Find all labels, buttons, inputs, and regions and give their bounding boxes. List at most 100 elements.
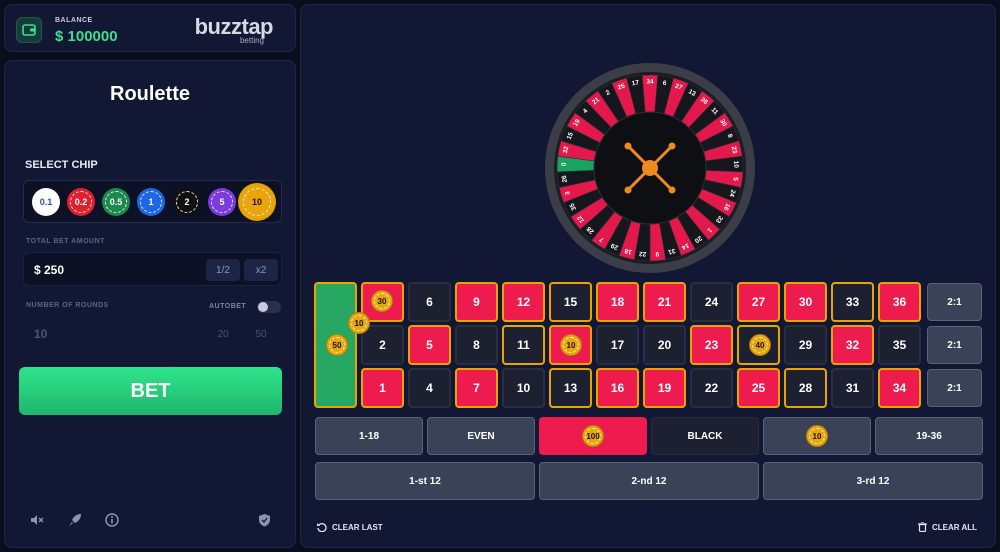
column-bet-3[interactable]: 2:1 (927, 369, 982, 407)
number-cell-31[interactable]: 31 (831, 368, 874, 408)
number-cell-22[interactable]: 22 (690, 368, 733, 408)
chip-value: 0.5 (109, 197, 123, 207)
game-board: 0 32 15 19 4 21 2 25 17 34 6 27 13 36 11 30 8 23 10 5 24 16 33… (300, 4, 996, 548)
rounds-20-button[interactable]: 20 (206, 323, 240, 345)
brand-subtitle: betting (239, 36, 264, 45)
outside-bet-odd[interactable] (763, 417, 871, 455)
rocket-icon[interactable] (66, 511, 84, 529)
number-cell-2[interactable]: 2 (361, 325, 404, 365)
number-cell-23[interactable]: 23 (690, 325, 733, 365)
wallet-icon (16, 17, 42, 43)
number-cell-10[interactable]: 10 (502, 368, 545, 408)
chip-value: 0.2 (74, 197, 88, 207)
shield-icon[interactable] (255, 511, 273, 529)
number-cell-12[interactable]: 12 (502, 282, 545, 322)
chip-selector: 0.1 0.2 0.5 1 2 5 10 (23, 180, 282, 223)
number-cell-18[interactable]: 18 (596, 282, 639, 322)
number-cell-8[interactable]: 8 (455, 325, 498, 365)
wheel-number: 34 (646, 79, 654, 86)
number-cell-16[interactable]: 16 (596, 368, 639, 408)
number-cell-26[interactable]: 26 (737, 325, 780, 365)
number-cell-19[interactable]: 19 (643, 368, 686, 408)
undo-icon (317, 523, 327, 532)
column-bet-2[interactable]: 2:1 (927, 326, 982, 364)
number-cell-24[interactable]: 24 (690, 282, 733, 322)
wheel-center (642, 160, 658, 176)
chip-10-selected[interactable]: 10 (240, 185, 274, 219)
clear-all-button[interactable]: CLEAR ALL (918, 522, 977, 532)
number-cell-25[interactable]: 25 (737, 368, 780, 408)
dozen-bet-1[interactable]: 1-st 12 (315, 462, 535, 500)
chip-1[interactable]: 1 (137, 188, 165, 216)
page-title: Roulette (110, 83, 190, 105)
number-cell-34[interactable]: 34 (878, 368, 921, 408)
rounds-input[interactable]: 10 20 50 (23, 316, 282, 350)
wheel-number: 26 (561, 174, 569, 182)
wheel-spoke-tip (624, 142, 632, 150)
rounds-label: NUMBER OF ROUNDS (26, 302, 109, 309)
column-bet-1[interactable]: 2:1 (927, 283, 982, 321)
rounds-value: 10 (34, 327, 48, 341)
number-cell-11[interactable]: 11 (502, 325, 545, 365)
number-cell-13[interactable]: 13 (549, 368, 592, 408)
half-bet-button[interactable]: 1/2 (206, 259, 240, 281)
chip-0-5[interactable]: 0.5 (102, 188, 130, 216)
number-cell-33[interactable]: 33 (831, 282, 874, 322)
chip-2[interactable]: 2 (173, 188, 201, 216)
number-cell-27[interactable]: 27 (737, 282, 780, 322)
outside-bet-1-18[interactable]: 1-18 (315, 417, 423, 455)
number-cell-28[interactable]: 28 (784, 368, 827, 408)
total-bet-value: $ 250 (34, 263, 65, 277)
outside-bet-red[interactable] (539, 417, 647, 455)
number-cell-21[interactable]: 21 (643, 282, 686, 322)
dozen-bet-3[interactable]: 3-rd 12 (763, 462, 983, 500)
roulette-wheel: 0321519421225 17 34 6 2713361130823105241633… (545, 63, 755, 273)
number-cell-4[interactable]: 4 (408, 368, 451, 408)
balance-label: BALANCE (55, 17, 93, 24)
clear-all-label: CLEAR ALL (932, 522, 978, 532)
number-cell-7[interactable]: 7 (455, 368, 498, 408)
number-cell-29[interactable]: 29 (784, 325, 827, 365)
outside-bet-black[interactable]: BLACK (651, 417, 759, 455)
number-cell-17[interactable]: 17 (596, 325, 639, 365)
sound-off-icon[interactable] (28, 511, 46, 529)
autobet-toggle[interactable] (257, 301, 281, 313)
chip-value: 0.1 (39, 197, 53, 207)
number-cell-1[interactable]: 1 (361, 368, 404, 408)
chip-value: 5 (219, 197, 225, 207)
zero-label: 0 (332, 338, 339, 352)
chip-0-1[interactable]: 0.1 (32, 188, 60, 216)
wheel-number: 10 (732, 161, 739, 169)
clear-last-button[interactable]: CLEAR LAST (317, 522, 383, 532)
outside-bet-even[interactable]: EVEN (427, 417, 535, 455)
bet-button[interactable]: BET (19, 367, 282, 415)
total-bet-input[interactable]: $ 250 1/2 x2 (23, 252, 282, 286)
info-icon[interactable] (103, 511, 121, 529)
dozen-bet-2[interactable]: 2-nd 12 (539, 462, 759, 500)
number-cell-20[interactable]: 20 (643, 325, 686, 365)
number-cell-5[interactable]: 5 (408, 325, 451, 365)
number-cell-30[interactable]: 30 (784, 282, 827, 322)
autobet-label: AUTOBET (209, 303, 247, 310)
bet-control-panel: Roulette SELECT CHIP 0.1 0.2 0.5 1 2 5 1… (4, 60, 296, 548)
double-bet-button[interactable]: x2 (244, 259, 278, 281)
wheel-spoke-tip (668, 142, 676, 150)
zero-cell[interactable]: 0 (314, 282, 357, 408)
number-cell-9[interactable]: 9 (455, 282, 498, 322)
trash-icon (918, 522, 927, 532)
rounds-50-button[interactable]: 50 (244, 323, 278, 345)
number-cell-36[interactable]: 36 (878, 282, 921, 322)
wheel-number: 22 (638, 250, 646, 258)
number-cell-35[interactable]: 35 (878, 325, 921, 365)
number-cell-15[interactable]: 15 (549, 282, 592, 322)
number-cell-3[interactable]: 3 (361, 282, 404, 322)
number-cell-14[interactable]: 14 (549, 325, 592, 365)
outside-bet-19-36[interactable]: 19-36 (875, 417, 983, 455)
balance-panel: BALANCE $ 100000 buzztap betting (4, 4, 296, 52)
wheel-spoke-tip (624, 186, 632, 194)
chip-0-2[interactable]: 0.2 (67, 188, 95, 216)
chip-5[interactable]: 5 (208, 188, 236, 216)
select-chip-label: SELECT CHIP (25, 159, 98, 171)
number-cell-6[interactable]: 6 (408, 282, 451, 322)
number-cell-32[interactable]: 32 (831, 325, 874, 365)
